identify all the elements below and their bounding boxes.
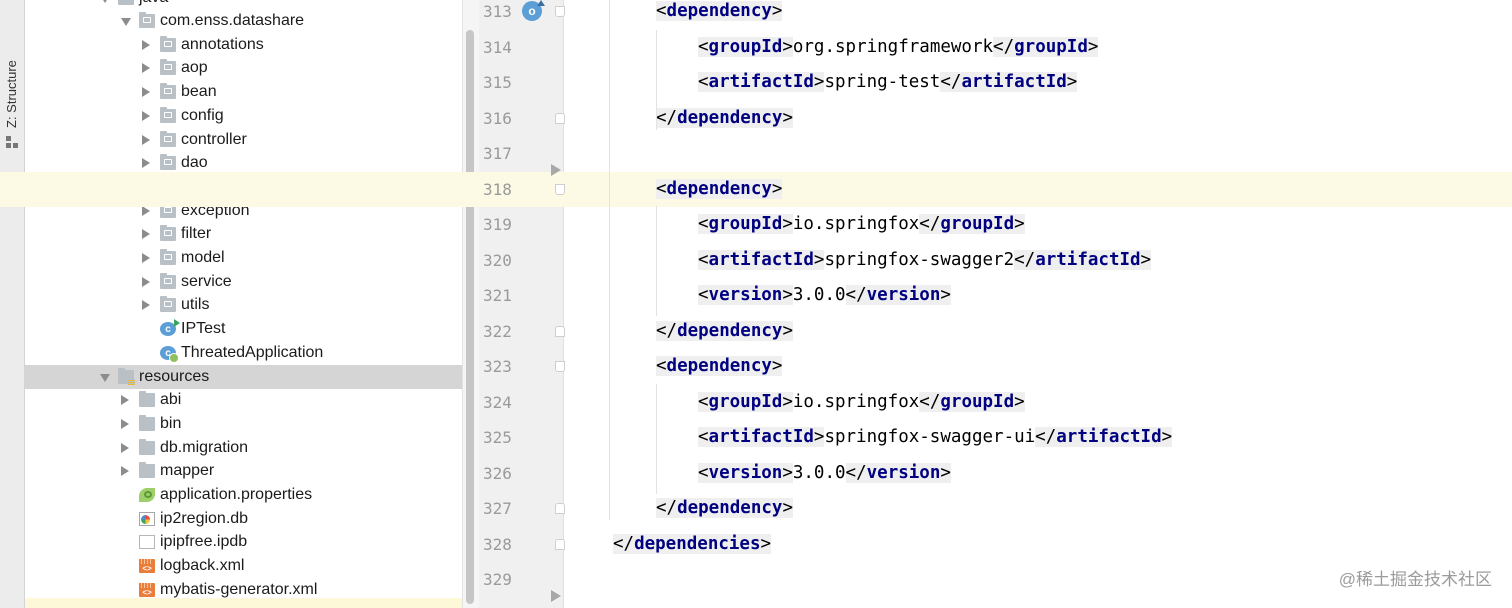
xml-tag: <artifactId>	[698, 249, 825, 270]
code-line-314[interactable]: 314 <groupId>org.springframework</groupId…	[0, 30, 1512, 66]
line-number: 318	[483, 179, 512, 199]
code-text: <groupId>io.springfox</groupId>	[698, 212, 1025, 236]
xml-text-value: spring-test	[824, 72, 941, 92]
line-number: 326	[483, 463, 512, 483]
fold-start-icon[interactable]	[555, 361, 565, 372]
code-line-329[interactable]: 329	[0, 562, 1512, 598]
line-number: 314	[483, 37, 512, 57]
code-text: <artifactId>springfox-swagger2</artifact…	[698, 248, 1152, 272]
line-number: 316	[483, 108, 512, 128]
xml-tag: </artifactId>	[940, 72, 1078, 92]
code-line-321[interactable]: 321 <version>3.0.0</version>	[0, 278, 1512, 314]
xml-tag: </dependency>	[656, 320, 793, 341]
line-number: 315	[483, 73, 512, 92]
xml-tag: <groupId>	[698, 391, 793, 412]
code-line-323[interactable]: 323 <dependency>	[0, 349, 1512, 385]
indent-guide	[656, 384, 657, 494]
xml-text-value: org.springframework	[792, 36, 994, 57]
line-number: 321	[483, 286, 512, 305]
code-text: </dependency>	[656, 496, 793, 520]
line-number: 320	[483, 250, 512, 270]
code-text: <dependency>	[656, 354, 783, 378]
xml-text-value: 3.0.0	[792, 285, 846, 305]
code-text: </dependency>	[656, 319, 793, 343]
code-line-319[interactable]: 319 <groupId>io.springfox</groupId>	[0, 207, 1512, 243]
xml-tag: </dependency>	[656, 107, 793, 128]
xml-tag: </version>	[845, 462, 951, 483]
xml-tag: <dependency>	[656, 1, 783, 21]
override-gutter-icon[interactable]: o	[522, 0, 545, 21]
code-text: <groupId>org.springframework</groupId>	[698, 35, 1099, 59]
fold-end-icon[interactable]	[555, 538, 565, 550]
xml-text-value: io.springfox	[792, 391, 920, 412]
code-line-327[interactable]: 327 </dependency>	[0, 491, 1512, 527]
code-line-318[interactable]: 318 <dependency>	[0, 171, 1512, 207]
code-text: </dependencies>	[613, 532, 772, 556]
xml-tag: </groupId>	[919, 391, 1025, 412]
xml-text-value: springfox-swagger-ui	[824, 427, 1036, 447]
code-line-328[interactable]: 328 </dependencies>	[0, 527, 1512, 563]
code-text: <version>3.0.0</version>	[698, 283, 951, 307]
line-number: 317	[483, 144, 512, 163]
code-line-313[interactable]: 313 o <dependency>	[0, 0, 1512, 30]
fold-start-icon[interactable]	[555, 183, 565, 195]
line-number: 313	[483, 2, 512, 21]
code-line-322[interactable]: 322 </dependency>	[0, 314, 1512, 350]
line-number: 329	[483, 570, 512, 589]
xml-tag: <dependency>	[656, 356, 783, 376]
line-number: 324	[483, 392, 512, 412]
code-text: <dependency>	[656, 177, 783, 201]
xml-tag: </groupId>	[993, 36, 1099, 57]
collapsed-fold-icon[interactable]	[551, 590, 561, 602]
xml-text-value: springfox-swagger2	[824, 249, 1015, 270]
collapsed-fold-icon[interactable]	[551, 164, 561, 176]
xml-tag: <version>	[698, 285, 793, 305]
line-number: 323	[483, 357, 512, 376]
indent-guide	[609, 0, 610, 520]
xml-tag: </version>	[845, 285, 951, 305]
code-line-315[interactable]: 315 <artifactId>spring-test</artifactId>	[0, 65, 1512, 101]
xml-text-value: io.springfox	[792, 214, 920, 234]
code-line-326[interactable]: 326 <version>3.0.0</version>	[0, 456, 1512, 492]
line-number: 325	[483, 428, 512, 447]
line-number: 327	[483, 499, 512, 518]
xml-tag: <groupId>	[698, 36, 793, 57]
xml-tag: </groupId>	[919, 214, 1025, 234]
code-line-325[interactable]: 325 <artifactId>springfox-swagger-ui</art…	[0, 420, 1512, 456]
code-line-317[interactable]: 317	[0, 136, 1512, 172]
xml-text-value: 3.0.0	[792, 462, 846, 483]
xml-tag: </artifactId>	[1035, 427, 1173, 447]
xml-tag: <version>	[698, 462, 793, 483]
line-number: 328	[483, 534, 512, 554]
code-line-320[interactable]: 320 <artifactId>springfox-swagger2</artif…	[0, 243, 1512, 279]
fold-end-icon[interactable]	[555, 112, 565, 124]
fold-end-icon[interactable]	[555, 325, 565, 337]
line-number: 319	[483, 215, 512, 234]
xml-tag: <artifactId>	[698, 72, 825, 92]
tree-bottom-highlight	[25, 598, 462, 608]
code-text: <artifactId>springfox-swagger-ui</artifa…	[698, 425, 1173, 449]
watermark: @稀土掘金技术社区	[1338, 570, 1492, 589]
code-text: <groupId>io.springfox</groupId>	[698, 390, 1025, 414]
code-text: <dependency>	[656, 0, 783, 23]
indent-guide	[656, 30, 657, 130]
xml-tag: <artifactId>	[698, 427, 825, 447]
xml-tag: <groupId>	[698, 214, 793, 234]
code-text: <artifactId>spring-test</artifactId>	[698, 70, 1078, 94]
xml-tag: <dependency>	[656, 178, 783, 199]
xml-tag: </dependencies>	[613, 533, 772, 554]
code-line-316[interactable]: 316 </dependency>	[0, 101, 1512, 137]
line-number: 322	[483, 321, 512, 341]
fold-start-icon[interactable]	[555, 6, 565, 17]
code-text: <version>3.0.0</version>	[698, 461, 951, 485]
indent-guide	[656, 206, 657, 316]
code-text: </dependency>	[656, 106, 793, 130]
fold-end-icon[interactable]	[555, 503, 565, 514]
xml-tag: </artifactId>	[1014, 249, 1152, 270]
xml-tag: </dependency>	[656, 498, 793, 518]
code-line-324[interactable]: 324 <groupId>io.springfox</groupId>	[0, 385, 1512, 421]
